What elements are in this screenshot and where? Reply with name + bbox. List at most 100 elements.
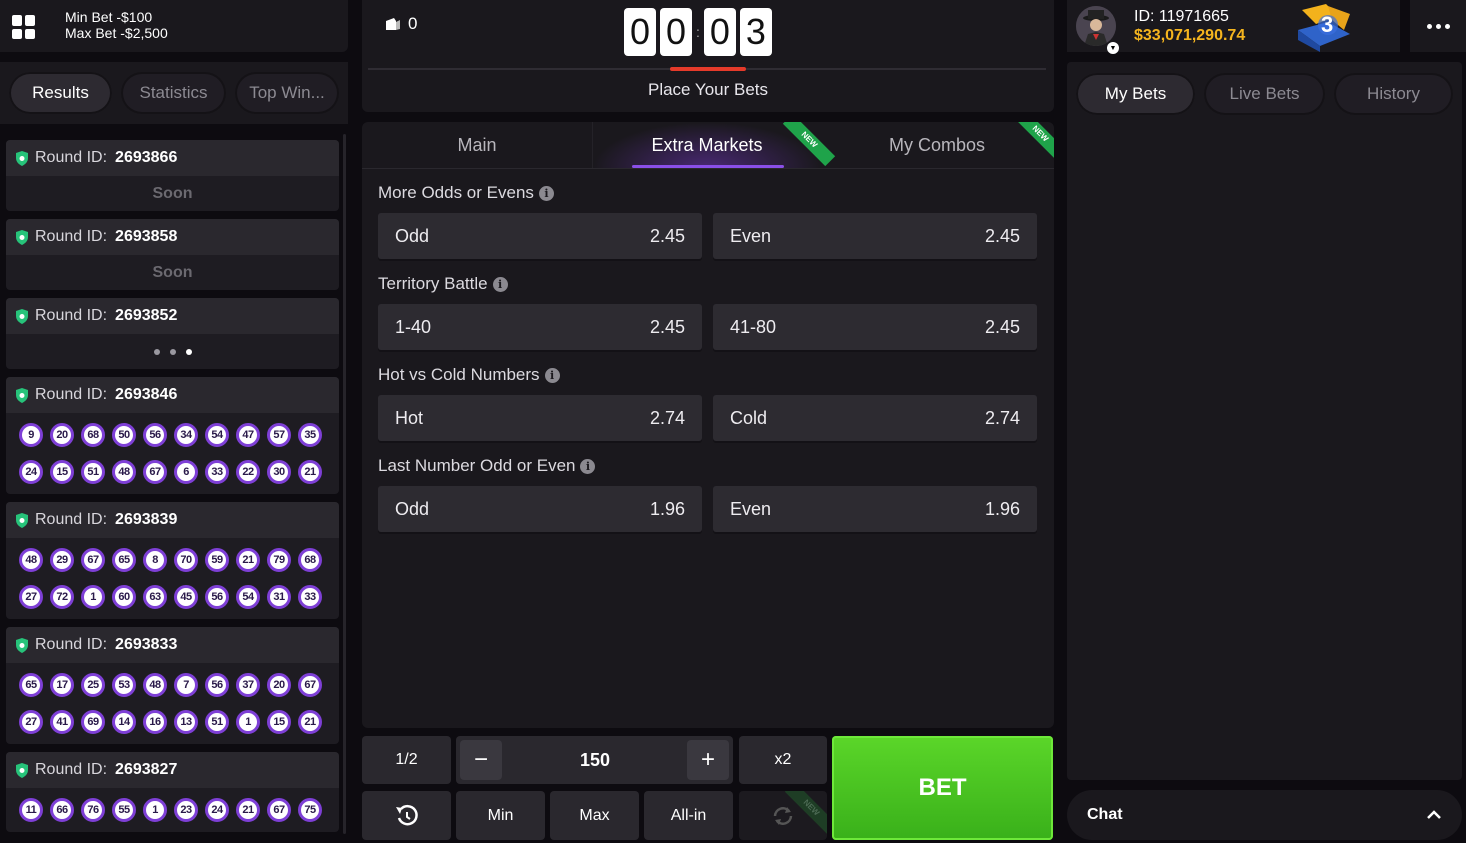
bet-limits-panel bbox=[0, 0, 348, 52]
round-id-label: Round ID: bbox=[35, 386, 108, 403]
drawn-ball: 53 bbox=[112, 672, 136, 697]
half-button[interactable]: 1/2 bbox=[362, 736, 451, 784]
tab-results[interactable]: Results bbox=[9, 72, 112, 114]
plus-button[interactable]: + bbox=[687, 740, 729, 780]
round-header: Round ID: 2693858 bbox=[6, 219, 339, 255]
drawn-ball: 67 bbox=[143, 459, 167, 484]
tab-history[interactable]: History bbox=[1334, 73, 1453, 115]
drawn-ball: 48 bbox=[143, 672, 167, 697]
odds-button[interactable]: 41-80 2.45 bbox=[713, 304, 1037, 350]
round-card[interactable]: Round ID: 2693839 48 29 67 65 8 70 59 21 79 68 27 72 1… bbox=[6, 502, 339, 619]
drawn-ball: 51 bbox=[205, 709, 229, 734]
tab-main[interactable]: Main bbox=[362, 122, 592, 168]
drawn-ball: 24 bbox=[205, 797, 229, 822]
bet-button[interactable]: BET bbox=[832, 736, 1053, 840]
tab-my-bets[interactable]: My Bets bbox=[1076, 73, 1195, 115]
drawn-ball: 45 bbox=[174, 584, 198, 609]
drawn-ball: 21 bbox=[298, 459, 322, 484]
timer-digit: 0 bbox=[703, 8, 736, 56]
chevron-up-icon[interactable] bbox=[1426, 810, 1442, 820]
rebet-button[interactable] bbox=[362, 791, 451, 840]
market-title-odds-evens: More Odds or Evens i bbox=[378, 183, 554, 203]
drawn-ball: 41 bbox=[50, 709, 74, 734]
round-id-value: 2693866 bbox=[115, 149, 178, 166]
timer-digit: 0 bbox=[660, 8, 692, 56]
minus-button[interactable]: − bbox=[460, 740, 502, 780]
ball-row: 27 41 69 14 16 13 51 1 15 21 bbox=[6, 703, 339, 740]
round-soon-status: Soon bbox=[152, 184, 193, 202]
grid-menu-icon[interactable] bbox=[12, 15, 36, 39]
tab-statistics[interactable]: Statistics bbox=[121, 72, 226, 114]
round-id-value: 2693827 bbox=[115, 761, 178, 778]
drawn-ball: 70 bbox=[174, 547, 198, 572]
drawn-ball: 56 bbox=[205, 584, 229, 609]
drawn-ball: 56 bbox=[143, 422, 167, 447]
double-button[interactable]: x2 bbox=[739, 736, 827, 784]
odds-button[interactable]: Hot 2.74 bbox=[378, 395, 702, 441]
ball-row: 27 72 1 60 63 45 56 54 31 33 bbox=[6, 578, 339, 615]
autoplay-button[interactable]: NEW bbox=[739, 791, 827, 840]
drawn-ball: 30 bbox=[267, 459, 291, 484]
stake-amount[interactable]: 150 bbox=[510, 740, 680, 780]
players-count: 0 bbox=[384, 14, 417, 34]
ball-row: 48 29 67 65 8 70 59 21 79 68 bbox=[6, 541, 339, 578]
tab-top-wins[interactable]: Top Win... bbox=[235, 72, 339, 114]
tab-my-combos[interactable]: My Combos bbox=[822, 122, 1052, 168]
tab-divider bbox=[592, 122, 593, 168]
round-card[interactable]: Round ID: 2693827 11 66 76 55 1 23 24 21 67 75 bbox=[6, 752, 339, 832]
odds-button[interactable]: Cold 2.74 bbox=[713, 395, 1037, 441]
round-card[interactable]: Round ID: 2693858 Soon bbox=[6, 219, 339, 290]
odds-button[interactable]: Odd 2.45 bbox=[378, 213, 702, 259]
chevron-down-icon[interactable]: ▼ bbox=[1107, 42, 1119, 54]
round-id-value: 2693858 bbox=[115, 228, 178, 245]
odds-button[interactable]: Even 1.96 bbox=[713, 486, 1037, 532]
drawn-ball: 33 bbox=[298, 584, 322, 609]
round-id-label: Round ID: bbox=[35, 511, 108, 528]
drawn-ball: 66 bbox=[50, 797, 74, 822]
info-icon[interactable]: i bbox=[492, 276, 508, 292]
results-scrollbar[interactable] bbox=[343, 134, 346, 834]
round-card[interactable]: Round ID: 2693833 65 17 25 53 48 7 56 37 20 67 27 41 6… bbox=[6, 627, 339, 744]
round-card[interactable]: Round ID: 2693866 Soon bbox=[6, 140, 339, 211]
avatar[interactable] bbox=[1076, 6, 1116, 46]
round-card[interactable]: Round ID: 2693846 9 20 68 50 56 34 54 47 57 35 24 15 5… bbox=[6, 377, 339, 494]
drawn-ball: 37 bbox=[236, 672, 260, 697]
tabs-divider bbox=[362, 168, 1054, 169]
round-id-label: Round ID: bbox=[35, 636, 108, 653]
drawn-ball: 50 bbox=[112, 422, 136, 447]
chat-bar[interactable]: Chat bbox=[1067, 790, 1462, 840]
left-tabs: Results Statistics Top Win... bbox=[0, 62, 348, 124]
drawn-ball: 31 bbox=[267, 584, 291, 609]
round-status: Place Your Bets bbox=[647, 80, 769, 99]
max-button[interactable]: Max bbox=[550, 791, 639, 840]
all-in-button[interactable]: All-in bbox=[644, 791, 733, 840]
info-icon[interactable]: i bbox=[580, 458, 596, 474]
info-icon[interactable]: i bbox=[538, 185, 554, 201]
more-options-icon[interactable] bbox=[1410, 0, 1466, 52]
timer-colon: : bbox=[696, 24, 700, 40]
odds-label: Odd bbox=[395, 225, 430, 246]
verified-shield-icon bbox=[16, 229, 28, 245]
odds-button[interactable]: Even 2.45 bbox=[713, 213, 1037, 259]
odds-label: Even bbox=[730, 498, 772, 519]
odds-button[interactable]: Odd 1.96 bbox=[378, 486, 702, 532]
drawn-ball: 1 bbox=[236, 709, 260, 734]
drawn-ball: 21 bbox=[298, 709, 322, 734]
bets-panel: My Bets Live Bets History bbox=[1067, 62, 1462, 780]
prize-chest-icon[interactable]: 3 bbox=[1288, 0, 1358, 52]
round-card[interactable]: Round ID: 2693852 bbox=[6, 298, 339, 369]
odds-label: Even bbox=[730, 225, 772, 246]
drawn-ball: 14 bbox=[112, 709, 136, 734]
drawn-ball: 21 bbox=[236, 797, 260, 822]
info-icon[interactable]: i bbox=[544, 367, 560, 383]
drawn-ball: 1 bbox=[81, 584, 105, 609]
min-button[interactable]: Min bbox=[456, 791, 545, 840]
drawn-ball: 27 bbox=[19, 584, 43, 609]
odds-button[interactable]: 1-40 2.45 bbox=[378, 304, 702, 350]
tab-live-bets[interactable]: Live Bets bbox=[1204, 73, 1325, 115]
countdown-timer: 0 0 : 0 3 bbox=[624, 8, 772, 56]
drawn-ball: 51 bbox=[81, 459, 105, 484]
drawn-ball: 56 bbox=[205, 672, 229, 697]
odds-value: 2.45 bbox=[984, 316, 1020, 337]
market-title-territory: Territory Battle i bbox=[378, 274, 508, 294]
